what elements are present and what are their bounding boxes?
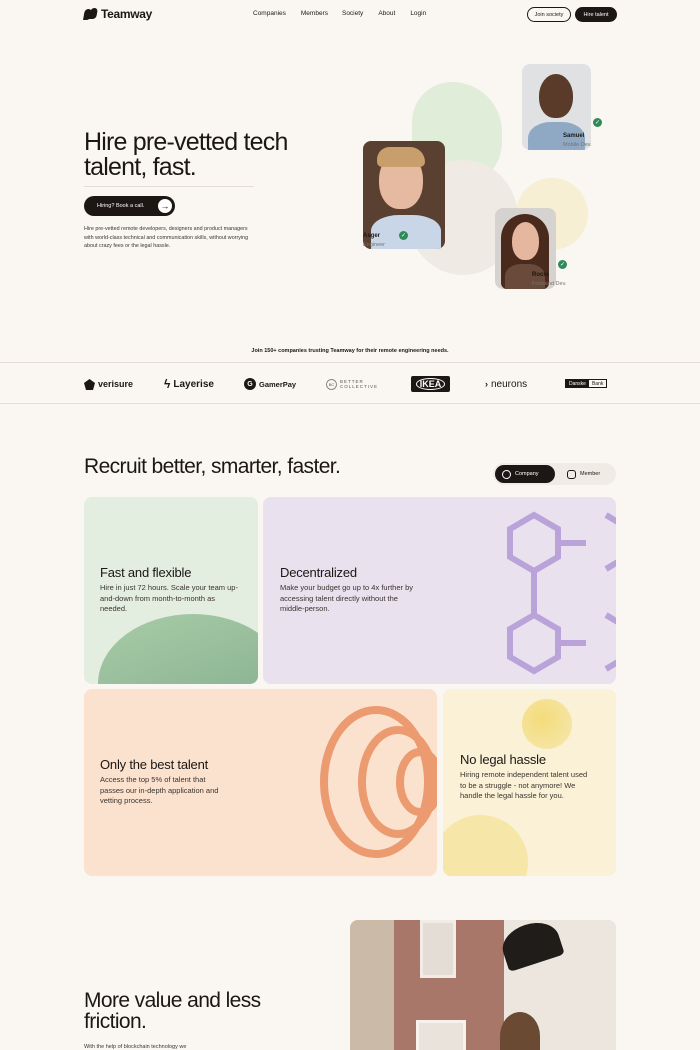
lightning-icon: ϟ bbox=[164, 377, 171, 391]
value-description: With the help of blockchain technology w… bbox=[84, 1044, 187, 1050]
toggle-company[interactable]: Company bbox=[495, 465, 555, 483]
person-role-rocio: Frontend Dev. bbox=[532, 281, 567, 287]
gamerpay-logo-icon: G bbox=[244, 378, 256, 390]
card-title: Only the best talent bbox=[100, 757, 209, 772]
arrow-right-icon: → bbox=[158, 199, 172, 213]
verisure-logo-icon bbox=[84, 378, 95, 390]
card-description: Hire in just 72 hours. Scale your team u… bbox=[100, 583, 238, 613]
toggle-member-label: Member bbox=[580, 471, 601, 477]
top-nav: Teamway Companies Members Society About … bbox=[0, 0, 700, 28]
brand-layerise: ϟ Layerise bbox=[164, 377, 214, 391]
person-name-rocio: Rocio bbox=[532, 272, 549, 278]
globe-icon bbox=[502, 469, 511, 479]
toggle-member[interactable]: Member bbox=[561, 465, 613, 483]
brand-name: Layerise bbox=[173, 378, 214, 390]
card-description: Hiring remote independent talent used to… bbox=[460, 770, 588, 800]
card-description: Make your budget go up to 4x further by … bbox=[280, 583, 413, 613]
brand-name: verisure bbox=[98, 379, 134, 389]
check-icon: ✓ bbox=[399, 231, 408, 240]
brand-verisure: verisure bbox=[84, 377, 133, 391]
check-icon: ✓ bbox=[593, 118, 602, 127]
brand-name: IKEA bbox=[415, 378, 446, 390]
logos-strip: verisure ϟ Layerise G GamerPay BC BETTER… bbox=[0, 362, 700, 404]
brand-ikea: IKEA bbox=[411, 376, 450, 392]
book-call-label: Hiring? Book a call. bbox=[97, 203, 145, 209]
logo-text: Teamway bbox=[101, 7, 153, 21]
teamway-logo[interactable]: Teamway bbox=[83, 7, 153, 21]
person-name-asger: Asger bbox=[363, 233, 381, 239]
blockchain-illustration bbox=[507, 511, 616, 675]
person-role-asger: Engineer bbox=[363, 242, 386, 248]
hire-talent-button[interactable]: Hire talent bbox=[575, 7, 617, 22]
hill-decoration bbox=[443, 815, 528, 876]
teamway-logo-icon bbox=[83, 7, 98, 21]
brand-danske-bank: Danske Bank bbox=[565, 379, 608, 388]
nav-link-society[interactable]: Society bbox=[342, 10, 363, 17]
nav-link-members[interactable]: Members bbox=[301, 10, 328, 17]
trust-text: Join 150+ companies trusting Teamway for… bbox=[251, 348, 449, 354]
card-decentralized: Decentralized Make your budget go up to … bbox=[263, 497, 616, 684]
brand-name: BETTER COLLECTIVE bbox=[340, 378, 379, 390]
join-society-button[interactable]: Join society bbox=[527, 7, 571, 22]
office-photo bbox=[350, 920, 616, 1050]
hero-title: Hire pre-vetted tech talent, fast. bbox=[84, 128, 288, 181]
hero-description: Hire pre-vetted remote developers, desig… bbox=[84, 226, 249, 249]
nav-link-companies[interactable]: Companies bbox=[253, 10, 286, 17]
neurons-logo-icon: › bbox=[485, 379, 488, 389]
nav-link-login[interactable]: Login bbox=[410, 10, 426, 17]
better-collective-logo-icon: BC bbox=[326, 378, 337, 390]
brand-name: Danske bbox=[566, 380, 589, 387]
audience-toggle: Company Member bbox=[493, 463, 616, 485]
card-title: Decentralized bbox=[280, 565, 357, 580]
card-no-legal-hassle: No legal hassle Hiring remote independen… bbox=[443, 689, 616, 876]
sun-decoration bbox=[522, 699, 572, 749]
nav-links: Companies Members Society About Login bbox=[253, 10, 426, 17]
toggle-company-label: Company bbox=[515, 471, 539, 477]
hero-divider bbox=[84, 186, 254, 187]
brand-name: GamerPay bbox=[259, 379, 297, 389]
value-title: More value and less friction. bbox=[84, 989, 261, 1033]
brand-better-collective: BC BETTER COLLECTIVE bbox=[326, 377, 379, 391]
brand-name: Bank bbox=[591, 380, 604, 387]
features-title: Recruit better, smarter, faster. bbox=[84, 455, 341, 478]
nav-link-about[interactable]: About bbox=[378, 10, 395, 17]
brand-neurons: › neurons bbox=[485, 377, 527, 391]
book-call-button[interactable]: Hiring? Book a call. → bbox=[84, 196, 175, 216]
brand-name: neurons bbox=[491, 378, 528, 390]
card-best-talent: Only the best talent Access the top 5% o… bbox=[84, 689, 437, 876]
card-title: Fast and flexible bbox=[100, 565, 192, 580]
card-title: No legal hassle bbox=[460, 752, 546, 767]
card-description: Access the top 5% of talent that passes … bbox=[100, 775, 219, 805]
card-decoration bbox=[98, 614, 258, 684]
rings-illustration bbox=[320, 706, 437, 858]
check-icon: ✓ bbox=[558, 260, 567, 269]
card-fast-flexible: Fast and flexible Hire in just 72 hours.… bbox=[84, 497, 258, 684]
user-icon bbox=[567, 469, 576, 479]
person-name-samuel: Samuel bbox=[563, 133, 585, 139]
person-role-samuel: Mobile Dev. bbox=[563, 142, 592, 148]
brand-gamerpay: G GamerPay bbox=[244, 377, 296, 391]
